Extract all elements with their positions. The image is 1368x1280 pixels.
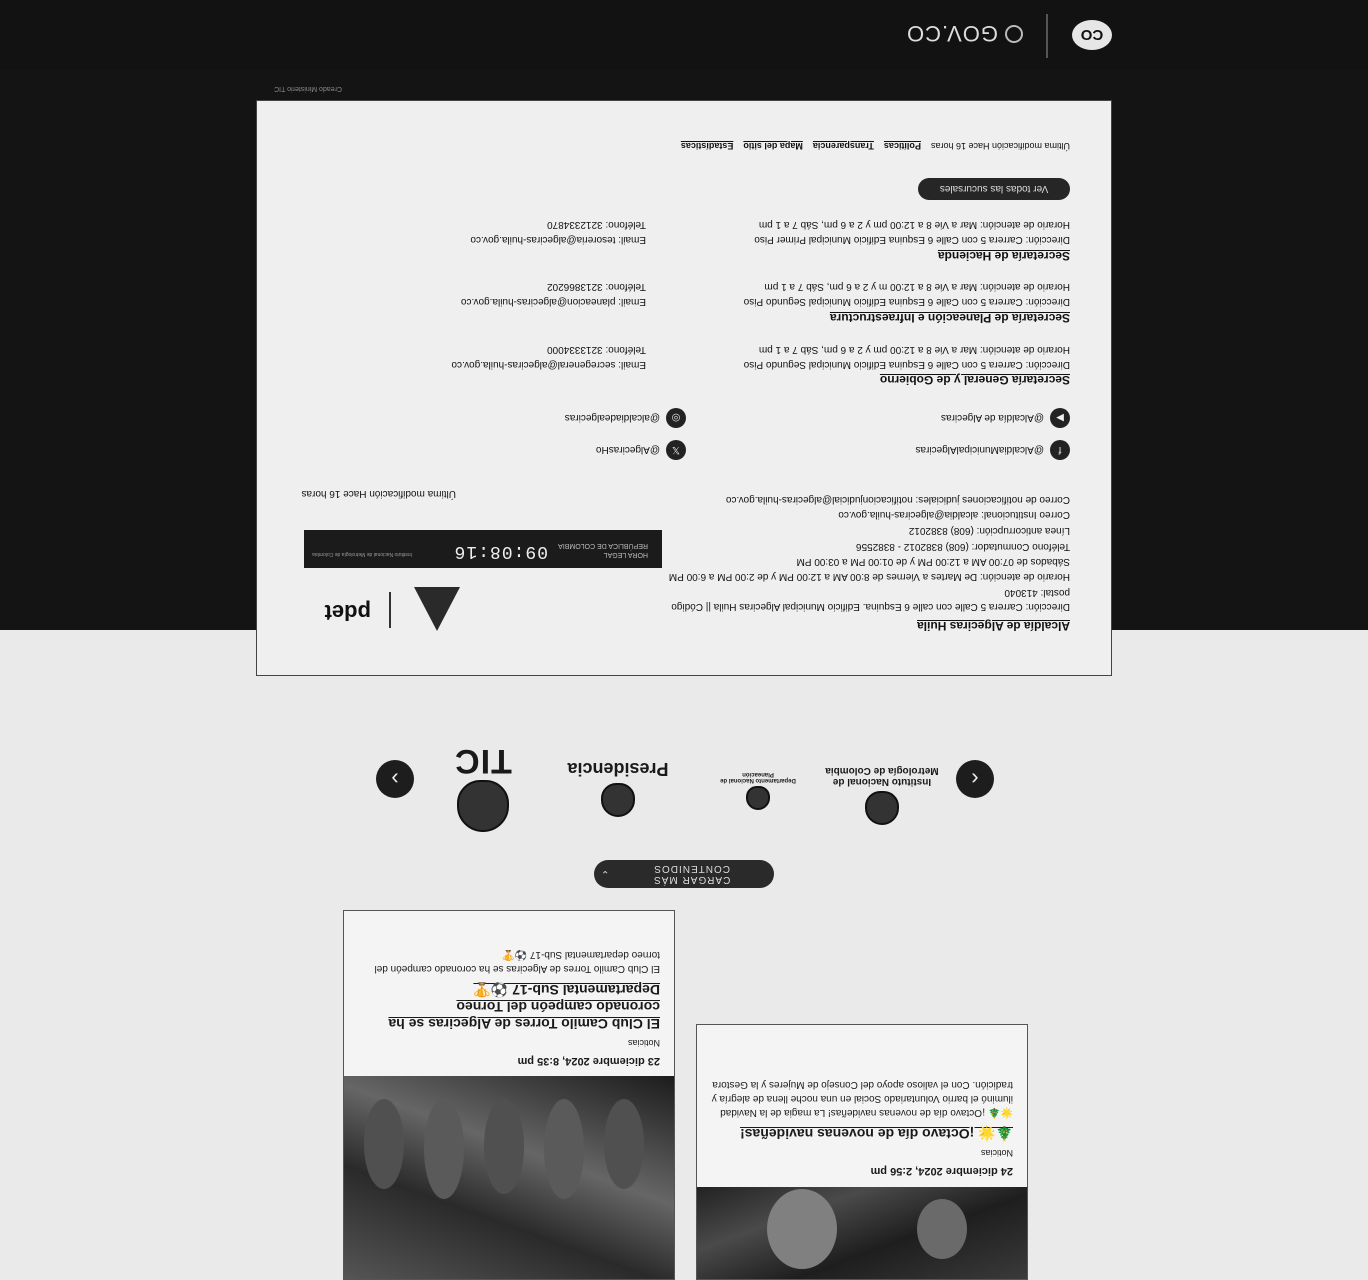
section-title-gobierno[interactable]: Secretaría General y de Gobierno: [880, 373, 1070, 387]
pdet-logo: pdet: [324, 600, 371, 625]
news-title[interactable]: 🎄🌟 ¡Octavo día de novenas navideñas!: [711, 1125, 1013, 1142]
logo-label: TIC: [454, 742, 512, 780]
social-instagram[interactable]: ◎ @alcaldiadealgeciras: [565, 408, 686, 428]
alcaldia-correo[interactable]: Correo Institucional: alcaldia@algeciras…: [838, 509, 1070, 520]
logo-tic[interactable]: TIC: [423, 741, 543, 832]
section-horario: Horario de atención: Mar a Vie 8 a 12:00…: [764, 281, 1070, 292]
hora-legal-widget[interactable]: HORA LEGAL REPÚBLICA DE COLOMBIA 09:08:1…: [304, 530, 662, 568]
news-card-club-camilo-torres[interactable]: 23 diciembre 2024, 8:35 pm Noticias El C…: [343, 910, 675, 1280]
social-handle: @Alcaldía de Algeciras: [941, 412, 1044, 424]
alcaldia-logo: [414, 587, 460, 631]
hora-legal-time: 09:08:16: [453, 541, 548, 561]
credit-mintic[interactable]: Creado Ministerio TIC: [274, 85, 342, 92]
logo-label: Instituto Nacional de Metrología de Colo…: [825, 765, 939, 787]
section-telefono: Teléfono: 3213334000: [547, 344, 646, 355]
logo-label: Presidencia: [567, 759, 669, 779]
dnp-shield-icon: [746, 786, 770, 810]
carousel-prev-button[interactable]: ‹: [956, 760, 994, 798]
section-horario: Horario de atención: Mar a Vie 8 a 12:00…: [758, 219, 1070, 230]
news-image[interactable]: [697, 1187, 1027, 1279]
logo-dnp[interactable]: Departamento Nacional de Planeación: [708, 771, 808, 810]
last-modified: Última modificación Hace 16 horas: [301, 488, 456, 499]
hora-legal-institute: Instituto Nacional de Metrología de Colo…: [312, 551, 412, 557]
news-date: 23 diciembre 2024, 8:35 pm: [517, 1055, 660, 1067]
page-rotated-180: 24 diciembre 2024, 2:56 pm Noticias 🎄🌟 ¡…: [0, 0, 1368, 1280]
alcaldia-notificaciones[interactable]: Correo de notificaciones judiciales: not…: [726, 494, 1070, 505]
section-title-hacienda[interactable]: Secretaría de Hacienda: [938, 249, 1070, 263]
social-handle: @AlcaldiaMunicipalAlgeciras: [915, 444, 1044, 456]
footer-panel: Alcaldía de Algeciras Huila Dirección: C…: [256, 100, 1112, 676]
header-divider: [1046, 14, 1048, 58]
last-modified: Última modificación Hace 16 horas: [930, 141, 1070, 151]
alcaldia-title[interactable]: Alcaldía de Algeciras Huila: [917, 619, 1070, 633]
link-transparencia[interactable]: Transparencia: [813, 141, 874, 151]
chevron-down-icon: ⌄: [600, 868, 610, 880]
news-image[interactable]: [344, 1076, 674, 1279]
govco-brand[interactable]: GOV.CO: [906, 20, 998, 46]
presidencia-shield-icon: [601, 783, 635, 817]
twitter-icon: 𝕏: [666, 440, 686, 460]
news-date: 24 diciembre 2024, 2:56 pm: [870, 1165, 1013, 1177]
section-horario: Horario de atención: Mar a Vie 8 a 12:00…: [758, 344, 1070, 355]
hora-label-2: REPÚBLICA DE COLOMBIA: [558, 542, 648, 549]
youtube-icon: ▶: [1050, 408, 1070, 428]
logo-divider: [389, 592, 391, 628]
section-direccion: Dirección: Carrera 5 con Calle 6 Esquina…: [743, 359, 1070, 370]
section-telefono: Teléfono: 3213866202: [547, 281, 646, 292]
section-title-planeacion[interactable]: Secretaría de Planeación e Infraestructu…: [830, 311, 1070, 325]
logo-inm[interactable]: Instituto Nacional de Metrología de Colo…: [822, 765, 942, 825]
load-more-button[interactable]: CARGAR MÁS CONTENIDOS ⌄: [594, 860, 774, 888]
news-title[interactable]: El Club Camilo Torres de Algeciras se ha…: [358, 981, 660, 1032]
news-card-octavo-dia[interactable]: 24 diciembre 2024, 2:56 pm Noticias 🎄🌟 ¡…: [696, 1024, 1028, 1280]
alcaldia-direccion: Dirección: Carrera 5 Calle con calle 6 E…: [671, 601, 1070, 612]
alcaldia-horario: Horario de atención: De Martes a Viernes…: [668, 571, 1070, 582]
logo-presidencia[interactable]: Presidencia: [558, 758, 678, 817]
news-excerpt: El Club Camilo Torres de Algeciras se ha…: [374, 949, 660, 974]
alcaldia-sabados: Sábados de 07:00 AM a 12:00 PM y de 01:0…: [796, 556, 1070, 567]
credit-label: Creado Ministerio TIC: [274, 85, 342, 92]
section-email[interactable]: Email: secregeneral@algeciras-huila.gov.…: [451, 359, 646, 370]
link-politicas[interactable]: Políticas: [884, 141, 921, 151]
alcaldia-anticorrupcion: Línea anticorrupción: (608) 8382012: [908, 525, 1070, 536]
hora-label-1: HORA LEGAL: [603, 551, 648, 558]
inm-shield-icon: [865, 791, 899, 825]
chevron-right-icon: ›: [391, 767, 399, 792]
section-telefono: Teléfono: 3212334870: [547, 219, 646, 230]
facebook-icon: f: [1050, 440, 1070, 460]
social-facebook[interactable]: f @AlcaldiaMunicipalAlgeciras: [915, 440, 1070, 460]
escudo-icon: [1005, 25, 1023, 43]
news-excerpt: 🌟🎄 ¡Octavo día de novenas navideñas! La …: [711, 1079, 1013, 1118]
section-email[interactable]: Email: planeacion@algeciras-huila.gov.co: [461, 296, 646, 307]
news-category[interactable]: Noticias: [358, 1038, 660, 1048]
social-twitter[interactable]: 𝕏 @AlgecirasHo: [596, 440, 686, 460]
alcaldia-postal: postal: 413040: [1004, 587, 1070, 598]
link-estadisticas[interactable]: Estadísticas: [681, 141, 734, 151]
carousel-next-button[interactable]: ›: [376, 760, 414, 798]
co-logo-text: CO: [1080, 26, 1104, 44]
chevron-left-icon: ‹: [971, 767, 979, 792]
social-youtube[interactable]: ▶ @Alcaldía de Algeciras: [941, 408, 1070, 428]
footer-links: Última modificación Hace 16 horas Políti…: [681, 141, 1070, 151]
link-mapa-sitio[interactable]: Mapa del sitio: [743, 141, 803, 151]
co-logo[interactable]: CO: [1072, 20, 1112, 50]
load-more-label: CARGAR MÁS CONTENIDOS: [653, 863, 731, 885]
tic-shield-icon: [457, 780, 509, 832]
social-handle: @AlgecirasHo: [595, 444, 660, 456]
hora-legal-label: HORA LEGAL REPÚBLICA DE COLOMBIA: [558, 541, 648, 559]
govco-header: CO GOV.CO: [0, 0, 1368, 70]
news-category[interactable]: Noticias: [711, 1148, 1013, 1158]
logo-label: Departamento Nacional de Planeación: [720, 771, 796, 783]
social-handle: @alcaldiadealgeciras: [564, 412, 660, 424]
view-branches-button[interactable]: Ver todas las sucursales: [918, 178, 1070, 200]
section-direccion: Dirección: Carrera 5 con Calle 6 Esquina…: [743, 296, 1070, 307]
alcaldia-telefono: Teléfono Conmutador: (608) 8382012 - 838…: [855, 541, 1070, 552]
section-email[interactable]: Email: tesoreria@algeciras-huila.gov.co: [470, 234, 646, 245]
instagram-icon: ◎: [666, 408, 686, 428]
section-direccion: Dirección: Carrera 5 con Calle 6 Esquina…: [754, 234, 1070, 245]
